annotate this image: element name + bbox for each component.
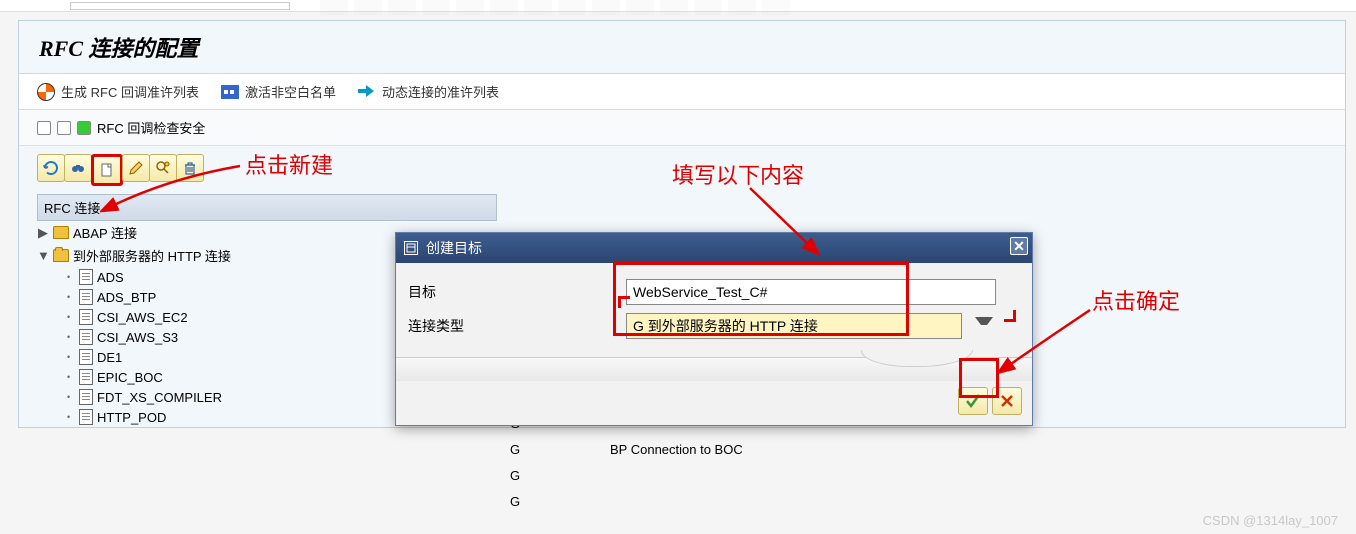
cancel-button[interactable] xyxy=(992,387,1022,415)
find-button[interactable] xyxy=(64,154,92,182)
document-icon xyxy=(79,309,93,325)
checkmark-icon xyxy=(964,392,982,410)
bullet-icon: • xyxy=(67,332,75,342)
create-button[interactable] xyxy=(91,154,123,186)
tree-leaf-label: ADS_BTP xyxy=(97,290,156,305)
tree-node-label: ABAP 连接 xyxy=(73,223,137,242)
folder-open-icon xyxy=(53,249,69,262)
status-bar: RFC 回调检查安全 xyxy=(19,110,1345,146)
tree-toolbar xyxy=(19,146,1345,194)
search-ext-button[interactable] xyxy=(149,154,177,182)
form-row-destination: 目标 xyxy=(396,275,1032,309)
page-title: RFC 连接的配置 xyxy=(19,21,1345,74)
chevron-down-icon xyxy=(975,317,993,335)
table-icon xyxy=(221,85,239,99)
faded-bg-icons xyxy=(320,0,790,15)
grid-cell-desc: BP Connection to BOC xyxy=(610,442,910,457)
collapse-icon[interactable]: ▼ xyxy=(37,248,49,263)
dialog-body: 目标 连接类型 G 到外部服务器的 HTTP 连接 xyxy=(396,263,1032,351)
status-indicator-off xyxy=(37,121,51,135)
expand-icon[interactable]: ▶ xyxy=(37,225,49,241)
dynamic-list-button[interactable]: 动态连接的准许列表 xyxy=(358,82,499,101)
dialog-title: 创建目标 xyxy=(426,238,482,258)
dialog-close-button[interactable]: ✕ xyxy=(1010,237,1028,255)
tree-leaf-label: FDT_XS_COMPILER xyxy=(97,390,222,405)
close-icon: ✕ xyxy=(1013,238,1025,255)
activate-whitelist-label: 激活非空白名单 xyxy=(245,82,336,101)
trash-icon xyxy=(182,160,198,176)
document-icon xyxy=(79,269,93,285)
type-label: 连接类型 xyxy=(408,316,626,336)
document-icon xyxy=(79,349,93,365)
tree-leaf-label: EPIC_BOC xyxy=(97,370,163,385)
arrow-right-icon xyxy=(358,85,376,99)
activate-whitelist-button[interactable]: 激活非空白名单 xyxy=(221,82,336,101)
tree-leaf-label: CSI_AWS_S3 xyxy=(97,330,178,345)
search-db-icon xyxy=(155,160,171,176)
grid-row: GBP Connection to BOC xyxy=(510,436,910,462)
grid-cell-type: G xyxy=(510,468,610,483)
document-icon xyxy=(79,389,93,405)
destination-label: 目标 xyxy=(408,282,626,302)
grid-cell-type: G xyxy=(510,494,610,509)
bullet-icon: • xyxy=(67,372,75,382)
tree-leaf-label: ADS xyxy=(97,270,124,285)
bullet-icon: • xyxy=(67,292,75,302)
gen-callback-label: 生成 RFC 回调准许列表 xyxy=(61,82,199,101)
tree-node-label: 到外部服务器的 HTTP 连接 xyxy=(73,246,231,265)
bullet-icon: • xyxy=(67,412,75,422)
tree-leaf-label: DE1 xyxy=(97,350,122,365)
document-icon xyxy=(79,409,93,425)
grid-row: G xyxy=(510,488,910,514)
bullet-icon: • xyxy=(67,392,75,402)
gen-callback-list-button[interactable]: 生成 RFC 回调准许列表 xyxy=(37,82,199,101)
document-icon xyxy=(79,289,93,305)
bullet-icon: • xyxy=(67,272,75,282)
pencil-icon xyxy=(128,160,144,176)
new-document-icon xyxy=(99,162,115,178)
status-indicator-on xyxy=(77,121,91,135)
dynamic-list-label: 动态连接的准许列表 xyxy=(382,82,499,101)
dialog-separator xyxy=(396,357,1032,381)
grid-cell-type: G xyxy=(510,442,610,457)
refresh-button[interactable] xyxy=(37,154,65,182)
document-icon xyxy=(79,329,93,345)
bullet-icon: • xyxy=(67,352,75,362)
action-bar: 生成 RFC 回调准许列表 激活非空白名单 动态连接的准许列表 xyxy=(19,74,1345,110)
watermark: CSDN @1314lay_1007 xyxy=(1203,513,1338,528)
dialog-footer xyxy=(396,381,1032,425)
document-icon xyxy=(79,369,93,385)
binoculars-icon xyxy=(70,160,86,176)
dialog-titlebar[interactable]: 创建目标 ✕ xyxy=(396,233,1032,263)
tree-column-header: RFC 连接 xyxy=(37,194,497,221)
type-select-value: G 到外部服务器的 HTTP 连接 xyxy=(633,318,818,334)
tree-leaf-label: HTTP_POD xyxy=(97,410,166,425)
grid-row: G xyxy=(510,462,910,488)
status-indicator-off-2 xyxy=(57,121,71,135)
delete-button[interactable] xyxy=(176,154,204,182)
cancel-icon xyxy=(999,393,1015,409)
top-search-box[interactable] xyxy=(70,2,290,10)
window-icon xyxy=(404,241,418,255)
destination-input[interactable] xyxy=(626,279,996,305)
refresh-icon xyxy=(43,160,59,176)
pie-icon xyxy=(37,83,55,101)
folder-icon xyxy=(53,226,69,239)
status-label: RFC 回调检查安全 xyxy=(97,118,205,137)
form-row-type: 连接类型 G 到外部服务器的 HTTP 连接 xyxy=(396,309,1032,343)
create-destination-dialog: 创建目标 ✕ 目标 连接类型 G 到外部服务器的 HTTP 连接 xyxy=(395,232,1033,426)
type-select[interactable]: G 到外部服务器的 HTTP 连接 xyxy=(626,313,962,339)
ok-button[interactable] xyxy=(958,387,988,415)
edit-button[interactable] xyxy=(122,154,150,182)
tree-leaf-label: CSI_AWS_EC2 xyxy=(97,310,188,325)
bullet-icon: • xyxy=(67,312,75,322)
